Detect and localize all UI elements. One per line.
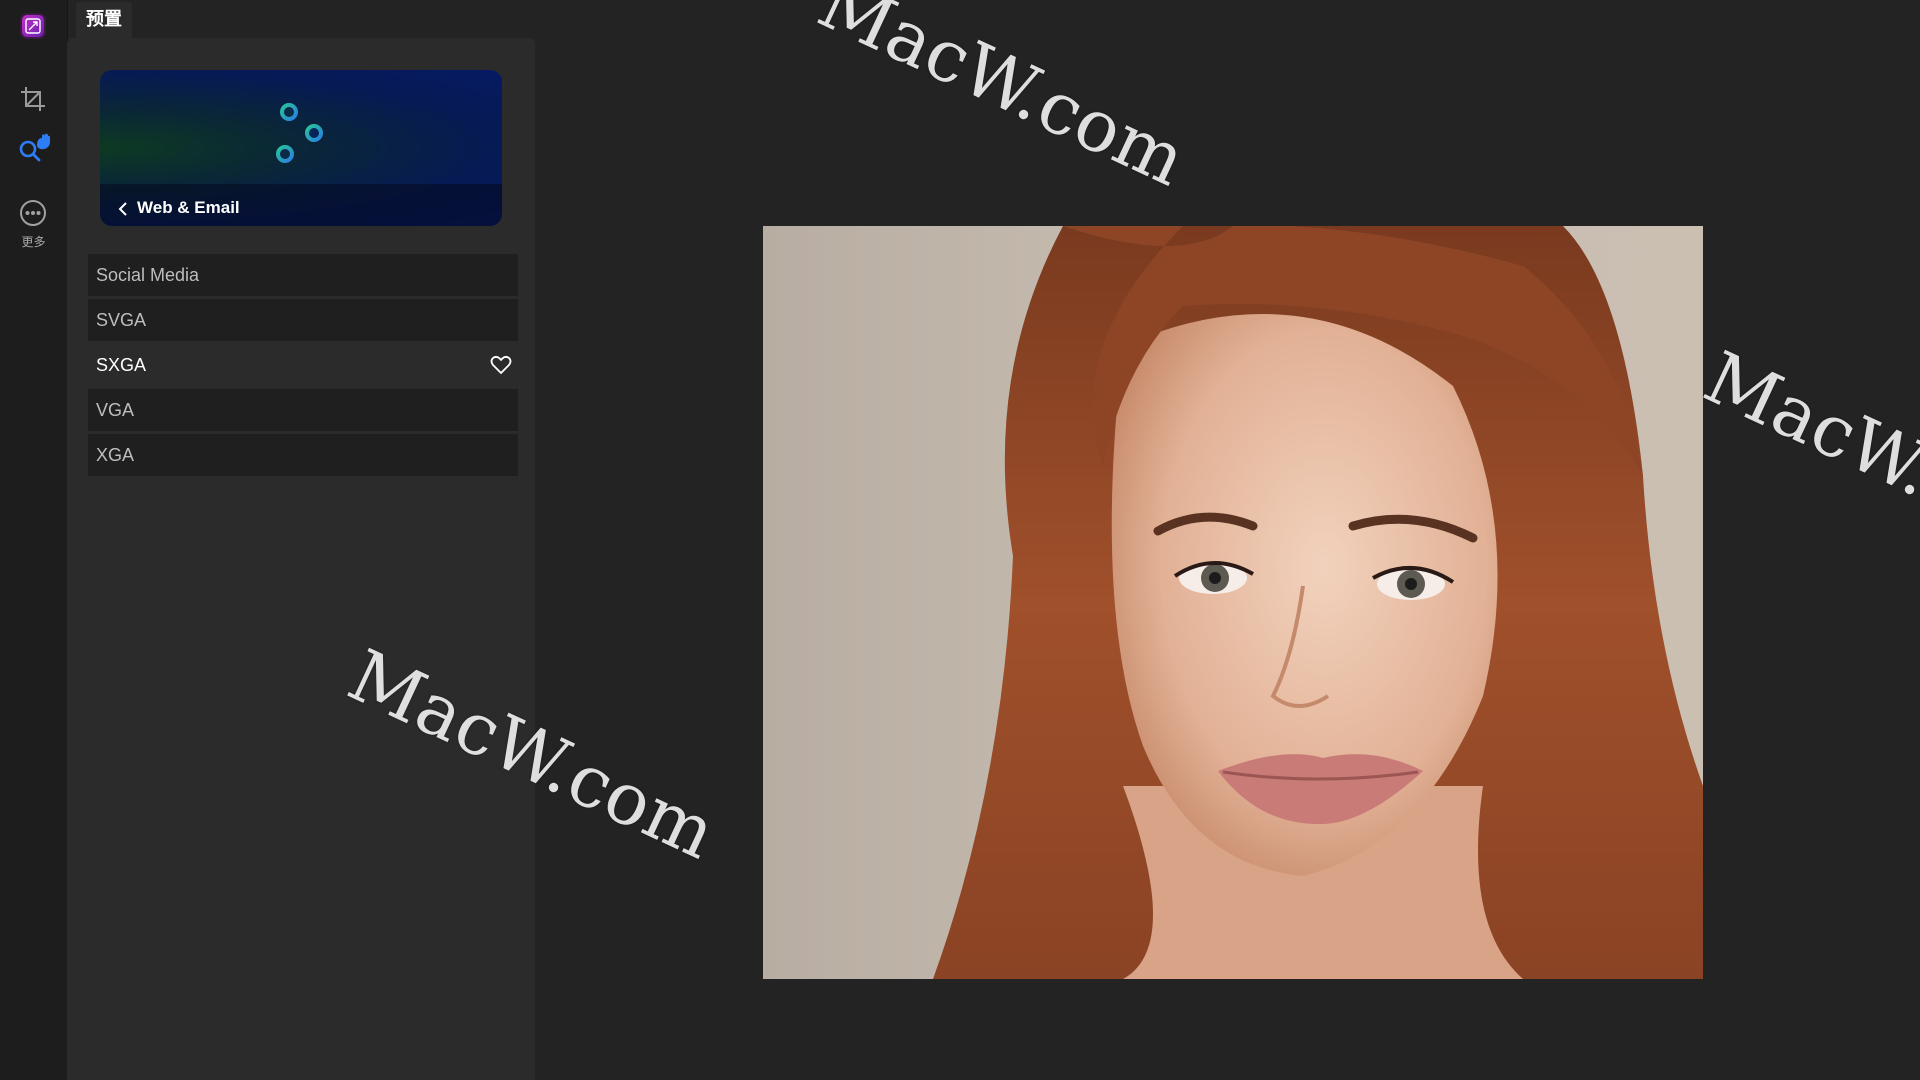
preset-label: VGA [96,400,135,420]
tool-strip: 更多 [0,0,68,1080]
favorite-heart-icon[interactable] [490,355,512,375]
watermark: MacW.com [806,0,1199,203]
more-label[interactable]: 更多 [0,233,67,250]
app-logo-icon [22,15,44,37]
preset-item-sxga[interactable]: SXGA [88,344,518,386]
preset-item-social-media[interactable]: Social Media [88,254,518,296]
back-chevron-icon[interactable] [114,198,132,220]
category-banner: Web & Email [100,70,502,226]
preset-label: XGA [96,445,135,465]
watermark: MacW.c [1692,335,1920,531]
preset-list: Social Media SVGA SXGA VGA XGA [88,254,518,479]
presets-panel: Web & Email Social Media SVGA SXGA VGA X… [67,38,535,1080]
preset-label: SVGA [96,310,147,330]
preset-item-vga[interactable]: VGA [88,389,518,431]
preset-item-xga[interactable]: XGA [88,434,518,476]
banner-title[interactable]: Web & Email [137,198,240,218]
preset-label: Social Media [96,265,200,285]
more-icon[interactable] [18,198,48,228]
sliders-icon [263,103,339,163]
crop-icon[interactable] [18,84,48,114]
banner-footer: Web & Email [100,184,502,226]
preset-item-svga[interactable]: SVGA [88,299,518,341]
preset-label: SXGA [96,355,147,375]
search-hand-icon[interactable] [18,132,50,162]
image-preview [763,226,1703,979]
tab-presets[interactable]: 预置 [76,2,132,38]
